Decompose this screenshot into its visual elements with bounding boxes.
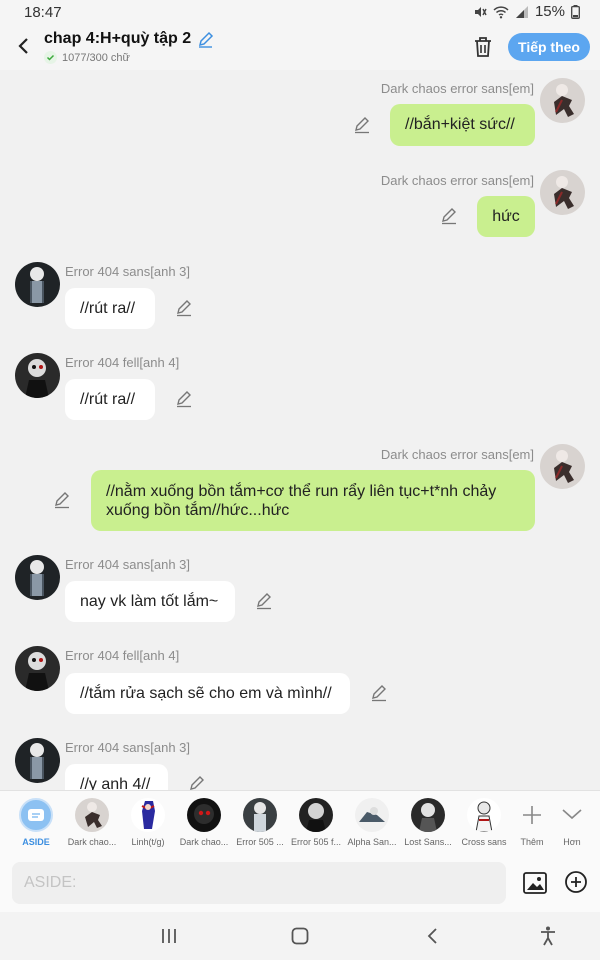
image-button[interactable] <box>522 870 548 896</box>
message-bubble[interactable]: //nằm xuống bồn tắm+cơ thể run rẩy liên … <box>91 470 535 531</box>
image-icon <box>523 872 547 894</box>
status-bar: 18:47 15% <box>0 0 600 24</box>
status-icons: 15% <box>473 3 580 20</box>
edit-message-icon[interactable] <box>175 390 193 408</box>
nav-back-icon <box>427 928 437 944</box>
trash-icon <box>475 37 491 57</box>
sender-name: Error 404 sans[anh 3] <box>65 264 191 279</box>
character-aside[interactable]: ASIDE <box>8 797 64 855</box>
sender-name: Dark chaos error sans[em] <box>380 447 534 462</box>
message-bubble[interactable]: //y anh 4// <box>65 764 168 790</box>
input-row <box>0 854 600 912</box>
avatar-error-404-sans[interactable] <box>15 738 60 783</box>
message-text: //tắm rửa sạch sẽ cho em và mình// <box>80 684 332 702</box>
character-dark-chaos-2[interactable]: Dark chao... <box>176 797 232 855</box>
next-button[interactable]: Tiếp theo <box>508 33 590 61</box>
sender-name: Dark chaos error sans[em] <box>380 81 534 96</box>
character-error-505-a[interactable]: Error 505 ... <box>232 797 288 855</box>
character-label: Linh(t/g) <box>131 837 165 847</box>
sender-name: Error 404 fell[anh 4] <box>65 355 180 370</box>
signal-icon <box>515 5 528 18</box>
message-bubble[interactable]: hức <box>477 196 535 237</box>
home-icon <box>291 927 309 945</box>
avatar-error-404-fell[interactable] <box>15 353 60 398</box>
app-bar: chap 4:H+quỳ tập 2 1077/300 chữ Tiếp the… <box>0 24 600 70</box>
mute-icon <box>474 6 487 17</box>
avatar-dark-chaos[interactable] <box>540 170 585 215</box>
edit-message-icon[interactable] <box>440 207 458 225</box>
check-icon <box>44 51 57 64</box>
battery-icon <box>571 4 580 19</box>
sender-name: Dark chaos error sans[em] <box>380 173 534 188</box>
word-count: 1077/300 chữ <box>44 51 130 64</box>
chapter-title[interactable]: chap 4:H+quỳ tập 2 <box>44 30 214 48</box>
sender-name: Error 404 fell[anh 4] <box>65 648 180 663</box>
system-nav-bar <box>0 912 600 960</box>
character-label: Dark chao... <box>179 837 229 847</box>
message-bubble[interactable]: //rút ra// <box>65 288 155 329</box>
character-label: Error 505 ... <box>236 837 284 847</box>
avatar-error-404-fell[interactable] <box>15 646 60 691</box>
expand-label: Hơn <box>563 837 581 847</box>
character-label: Dark chao... <box>67 837 117 847</box>
character-label: Lost Sans... <box>404 837 452 847</box>
chat-area[interactable]: Dark chaos error sans[em] //bắn+kiệt sức… <box>0 70 600 790</box>
edit-message-icon[interactable] <box>370 684 388 702</box>
character-label: Error 505 f... <box>290 837 342 847</box>
message-bubble[interactable]: //bắn+kiệt sức// <box>390 104 535 146</box>
chevron-down-icon <box>562 809 582 820</box>
recents-icon <box>162 929 176 943</box>
edit-message-icon[interactable] <box>175 299 193 317</box>
word-count-text: 1077/300 chữ <box>62 51 130 64</box>
back-arrow-icon <box>18 38 28 54</box>
message-bubble[interactable]: nay vk làm tốt lắm~ <box>65 581 235 622</box>
sender-name: Error 404 sans[anh 3] <box>65 557 191 572</box>
message-text: nay vk làm tốt lắm~ <box>80 592 219 610</box>
nav-back-button[interactable] <box>420 924 444 948</box>
add-button[interactable] <box>564 870 588 894</box>
message-text-line: xuống bồn tắm//hức...hức <box>106 502 290 519</box>
character-dark-chaos[interactable]: Dark chao... <box>64 797 120 855</box>
battery-level: 15% <box>534 3 565 20</box>
accessibility-button[interactable] <box>536 924 560 948</box>
character-label: ASIDE <box>22 837 50 847</box>
edit-message-icon[interactable] <box>53 491 71 509</box>
accessibility-icon <box>541 926 555 946</box>
home-button[interactable] <box>288 924 312 948</box>
character-linh[interactable]: Linh(t/g) <box>120 797 176 855</box>
edit-message-icon[interactable] <box>353 116 371 134</box>
character-label: Alpha San... <box>347 837 397 847</box>
edit-message-icon[interactable] <box>255 592 273 610</box>
message-text: //y anh 4// <box>80 775 151 791</box>
delete-button[interactable] <box>470 34 496 60</box>
message-bubble[interactable]: //tắm rửa sạch sẽ cho em và mình// <box>65 673 350 714</box>
message-input[interactable] <box>12 862 506 904</box>
message-bubble[interactable]: //rút ra// <box>65 379 155 420</box>
character-selector: ASIDE Dark chao... Linh(t/g) Dark chao..… <box>0 790 600 854</box>
message-text: //rút ra// <box>80 299 136 317</box>
status-time: 18:47 <box>24 4 62 21</box>
avatar-dark-chaos[interactable] <box>540 78 585 123</box>
edit-title-icon[interactable] <box>197 31 214 48</box>
edit-message-icon[interactable] <box>188 775 206 790</box>
message-text: //bắn+kiệt sức// <box>405 116 515 133</box>
message-text: //rút ra// <box>80 390 136 408</box>
character-error-505-fell[interactable]: Error 505 f... <box>288 797 344 855</box>
expand-characters-button[interactable]: Hơn <box>544 797 600 855</box>
wifi-icon <box>493 5 509 18</box>
character-lost-sans[interactable]: Lost Sans... <box>400 797 456 855</box>
character-alpha-sans[interactable]: Alpha San... <box>344 797 400 855</box>
sender-name: Error 404 sans[anh 3] <box>65 740 191 755</box>
message-text-line: //nằm xuống bồn tắm+cơ thể run rẩy liên … <box>106 483 497 500</box>
message-text: hức <box>492 207 520 225</box>
avatar-dark-chaos[interactable] <box>540 444 585 489</box>
recents-button[interactable] <box>157 924 181 948</box>
add-circle-icon <box>565 871 587 893</box>
back-button[interactable] <box>10 32 36 60</box>
chapter-title-text: chap 4:H+quỳ tập 2 <box>44 30 192 47</box>
aside-icon <box>19 798 53 832</box>
avatar-error-404-sans[interactable] <box>15 262 60 307</box>
avatar-error-404-sans[interactable] <box>15 555 60 600</box>
